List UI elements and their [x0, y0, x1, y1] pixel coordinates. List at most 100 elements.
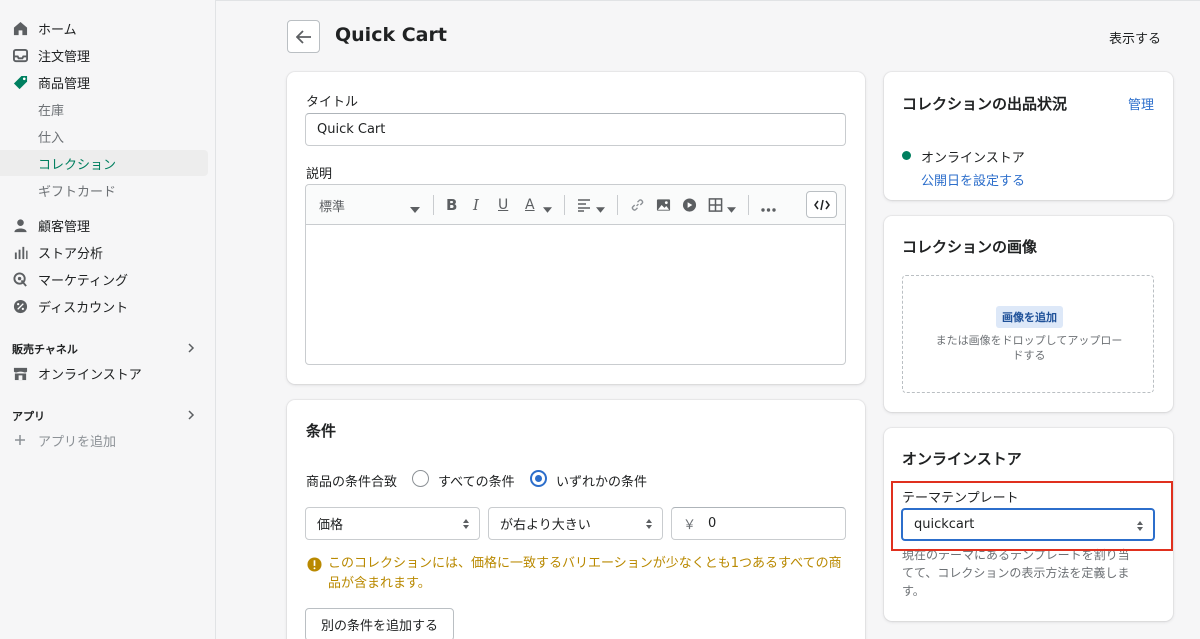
analytics-icon: [12, 244, 28, 260]
warning-icon: [307, 557, 322, 572]
sidebar-item-inventory[interactable]: 在庫: [0, 96, 208, 122]
caret-down-icon: [543, 207, 552, 213]
status-dot: [902, 151, 911, 160]
conditions-title: 条件: [306, 422, 337, 440]
sidebar-item-label: ストア分析: [38, 246, 104, 262]
table-icon[interactable]: [708, 197, 723, 213]
sidebar-item-label: 顧客管理: [38, 219, 91, 235]
title-field-label: タイトル: [306, 95, 359, 110]
toolbar-divider: [433, 195, 434, 215]
marketing-icon: [12, 271, 28, 287]
add-condition-button[interactable]: 別の条件を追加する: [305, 608, 454, 639]
sidebar-item-purchase[interactable]: 仕入: [0, 123, 208, 149]
select-arrows-icon: [646, 519, 652, 529]
back-button[interactable]: [287, 20, 320, 53]
chevron-right-icon[interactable]: [186, 343, 196, 353]
all-conditions-label[interactable]: すべての条件: [438, 471, 515, 490]
sidebar-item-online-store[interactable]: オンラインストア: [0, 360, 208, 386]
collection-image-title: コレクションの画像: [902, 238, 1038, 256]
align-left-icon[interactable]: [577, 197, 591, 213]
dropzone-hint: または画像をドロップしてアップロー ドする: [935, 334, 1123, 362]
caret-down-icon: [727, 207, 736, 213]
sidebar-item-label: 在庫: [38, 103, 65, 119]
underline-icon[interactable]: U: [498, 197, 508, 213]
editor-toolbar: 標準 B I U A: [306, 185, 845, 225]
video-icon[interactable]: [682, 197, 697, 213]
more-icon[interactable]: [761, 202, 776, 218]
radio-any-condition[interactable]: [530, 470, 547, 487]
text-color-icon[interactable]: A: [525, 197, 535, 213]
online-store-title: オンラインストア: [902, 450, 1022, 468]
customer-icon: [12, 217, 28, 233]
condition-field-select[interactable]: 価格: [305, 507, 480, 540]
condition-operator-select[interactable]: が右より大きい: [488, 507, 663, 540]
title-description-card: タイトル Quick Cart 説明 標準 B I U A: [287, 72, 865, 384]
any-condition-label[interactable]: いずれかの条件: [556, 471, 647, 490]
highlight-box: [891, 481, 1173, 551]
warning-line-2: 品が含まれます。: [328, 576, 431, 591]
tag-icon: [12, 74, 28, 90]
italic-icon[interactable]: I: [473, 196, 479, 214]
link-icon[interactable]: [630, 197, 645, 213]
sidebar-item-discounts[interactable]: ディスカウント: [0, 293, 208, 319]
description-field-label: 説明: [306, 167, 333, 182]
sidebar-item-label: 注文管理: [38, 49, 91, 65]
caret-down-icon: [410, 207, 420, 213]
theme-template-help: 現在のテーマにあるテンプレートを割り当 てて、コレクションの表示方法を定義しま …: [902, 548, 1130, 598]
online-store-channel: オンラインストア: [921, 151, 1025, 166]
radio-all-conditions[interactable]: [412, 470, 429, 487]
description-editor[interactable]: 標準 B I U A: [305, 184, 846, 365]
sidebar-item-orders[interactable]: 注文管理: [0, 42, 208, 68]
plus-icon: [12, 432, 28, 448]
format-select[interactable]: 標準: [319, 197, 345, 215]
manage-link[interactable]: 管理: [1128, 94, 1154, 113]
sidebar-item-products[interactable]: 商品管理: [0, 69, 208, 95]
sidebar-item-label: ディスカウント: [38, 300, 129, 316]
currency-prefix: ￥: [683, 518, 697, 533]
bold-icon[interactable]: B: [446, 196, 457, 214]
code-icon: [813, 199, 830, 210]
warning-line-1: このコレクションには、価格に一致するバリエーションが少なくとも1つあるすべての商: [328, 556, 842, 571]
availability-card: コレクションの出品状況 管理 オンラインストア 公開日を設定する: [884, 72, 1173, 200]
sidebar-item-gift-cards[interactable]: ギフトカード: [0, 177, 208, 203]
orders-icon: [12, 47, 28, 63]
arrow-left-icon: [295, 29, 311, 44]
home-icon: [12, 20, 28, 36]
conditions-card: 条件 商品の条件合致 すべての条件 いずれかの条件 価格 が右より大きい ￥ 0…: [287, 400, 865, 639]
sidebar: ホーム 注文管理 商品管理 在庫 仕入 コレクション ギフトカード 顧客管理 ス…: [0, 0, 216, 639]
sidebar-item-label: 商品管理: [38, 76, 91, 92]
store-icon: [12, 365, 28, 381]
sidebar-item-label: アプリを追加: [38, 434, 117, 450]
sidebar-item-analytics[interactable]: ストア分析: [0, 239, 208, 265]
image-dropzone[interactable]: 画像を追加 または画像をドロップしてアップロー ドする: [902, 275, 1154, 393]
discount-icon: [12, 298, 28, 314]
sidebar-item-collections[interactable]: コレクション: [0, 150, 208, 176]
sidebar-item-home[interactable]: ホーム: [0, 15, 208, 41]
sidebar-item-marketing[interactable]: マーケティング: [0, 266, 208, 292]
add-image-button[interactable]: 画像を追加: [996, 306, 1063, 328]
sidebar-item-label: ホーム: [38, 22, 77, 38]
top-divider: [216, 0, 1200, 1]
sidebar-item-label: ギフトカード: [38, 184, 117, 200]
view-button[interactable]: 表示する: [1109, 28, 1161, 47]
sidebar-item-label: コレクション: [38, 157, 117, 173]
toolbar-divider: [748, 195, 749, 215]
caret-down-icon: [596, 207, 605, 213]
collection-image-card: コレクションの画像 画像を追加 または画像をドロップしてアップロー ドする: [884, 216, 1173, 412]
title-input[interactable]: Quick Cart: [305, 113, 846, 146]
sidebar-item-label: マーケティング: [38, 273, 128, 289]
set-publish-date-link[interactable]: 公開日を設定する: [921, 170, 1025, 189]
sidebar-item-label: 仕入: [38, 130, 65, 146]
chevron-right-icon[interactable]: [186, 410, 196, 420]
toolbar-divider: [564, 195, 565, 215]
availability-title: コレクションの出品状況: [902, 95, 1068, 113]
page-title: Quick Cart: [335, 24, 447, 46]
select-arrows-icon: [463, 519, 469, 529]
condition-value-input[interactable]: ￥ 0: [671, 507, 846, 540]
html-source-button[interactable]: [806, 191, 837, 218]
match-label: 商品の条件合致: [306, 475, 398, 490]
toolbar-divider: [617, 195, 618, 215]
image-icon[interactable]: [656, 197, 671, 213]
sidebar-item-customers[interactable]: 顧客管理: [0, 212, 208, 238]
sidebar-item-add-app[interactable]: アプリを追加: [0, 427, 208, 453]
